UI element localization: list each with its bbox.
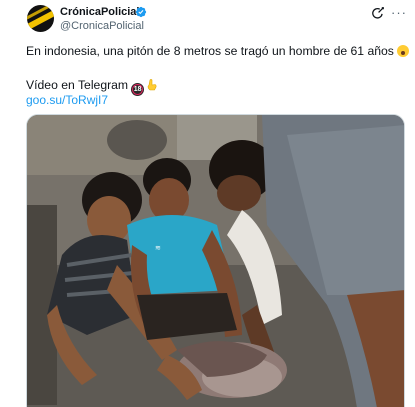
tweet-link[interactable]: goo.su/ToRwjI7 — [26, 93, 108, 108]
pointing-down-hand-emoji-icon — [147, 79, 157, 91]
verified-badge-icon — [135, 6, 147, 18]
author-avatar[interactable] — [27, 5, 54, 32]
tweet-text: Vídeo en Telegram — [26, 78, 129, 92]
author-display-name[interactable]: CrónicaPolicial — [60, 6, 139, 19]
grok-icon[interactable] — [371, 6, 385, 20]
tweet-text: En indonesia, una pitón de 8 metros se t… — [26, 44, 394, 58]
tweet-text-line-1: En indonesia, una pitón de 8 metros se t… — [26, 44, 409, 59]
tweet-card: CrónicaPolicial @CronicaPolicial ··· En … — [0, 0, 415, 407]
more-options-icon[interactable]: ··· — [391, 6, 407, 20]
svg-text:≋: ≋ — [155, 244, 161, 252]
astonished-face-emoji-icon — [396, 45, 409, 57]
no-under-18-emoji-icon: 18 — [131, 83, 145, 96]
tweet-video-media[interactable]: ≋ — [26, 114, 405, 407]
author-handle[interactable]: @CronicaPolicial — [60, 20, 144, 33]
video-frame-image: ≋ — [27, 115, 404, 407]
